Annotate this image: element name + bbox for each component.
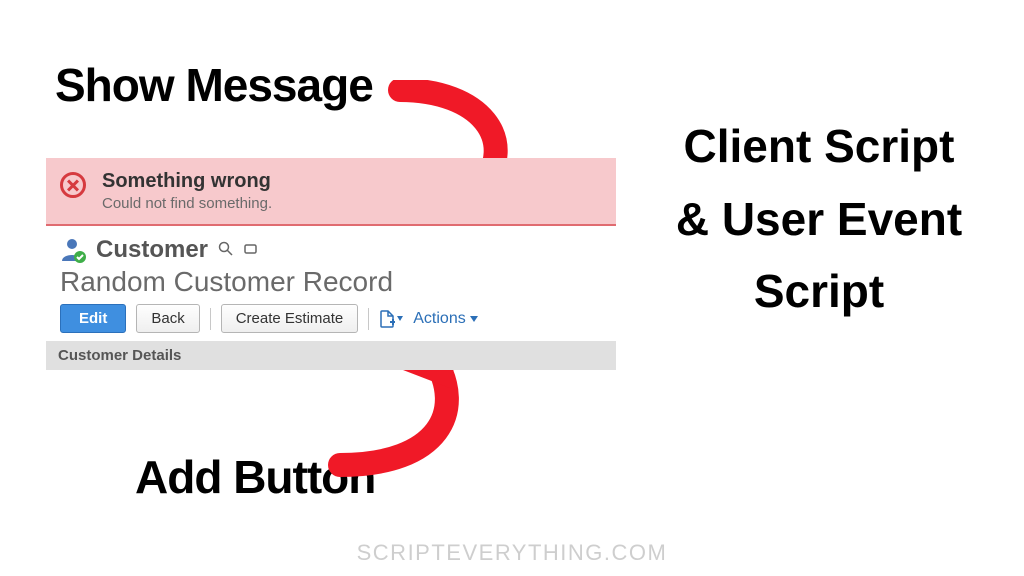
attach-icon[interactable] — [379, 310, 403, 328]
create-estimate-button[interactable]: Create Estimate — [221, 304, 359, 333]
actions-menu[interactable]: Actions — [413, 310, 477, 328]
section-header: Customer Details — [46, 341, 616, 370]
annotation-show-message: Show Message — [55, 58, 373, 112]
shortcut-icon[interactable] — [243, 241, 258, 260]
separator — [210, 308, 211, 330]
back-button[interactable]: Back — [136, 304, 199, 333]
error-title: Something wrong — [102, 170, 602, 193]
record-type-label: Customer — [96, 236, 208, 264]
record-screenshot-panel: Something wrong Could not find something… — [46, 158, 616, 370]
error-subtitle: Could not find something. — [102, 195, 602, 212]
annotation-add-button: Add Button — [135, 450, 375, 504]
record-title: Random Customer Record — [46, 264, 616, 304]
actions-label: Actions — [413, 310, 465, 328]
article-title: Client Script & User Event Script — [674, 110, 964, 328]
error-banner: Something wrong Could not find something… — [46, 158, 616, 226]
search-icon[interactable] — [218, 241, 233, 260]
error-icon — [60, 172, 86, 198]
button-row: Edit Back Create Estimate Actions — [46, 304, 616, 341]
watermark: SCRIPTEVERYTHING.COM — [357, 540, 668, 566]
separator — [368, 308, 369, 330]
record-header: Customer — [46, 226, 616, 264]
customer-icon — [60, 237, 86, 263]
chevron-down-icon — [470, 316, 478, 322]
edit-button[interactable]: Edit — [60, 304, 126, 333]
